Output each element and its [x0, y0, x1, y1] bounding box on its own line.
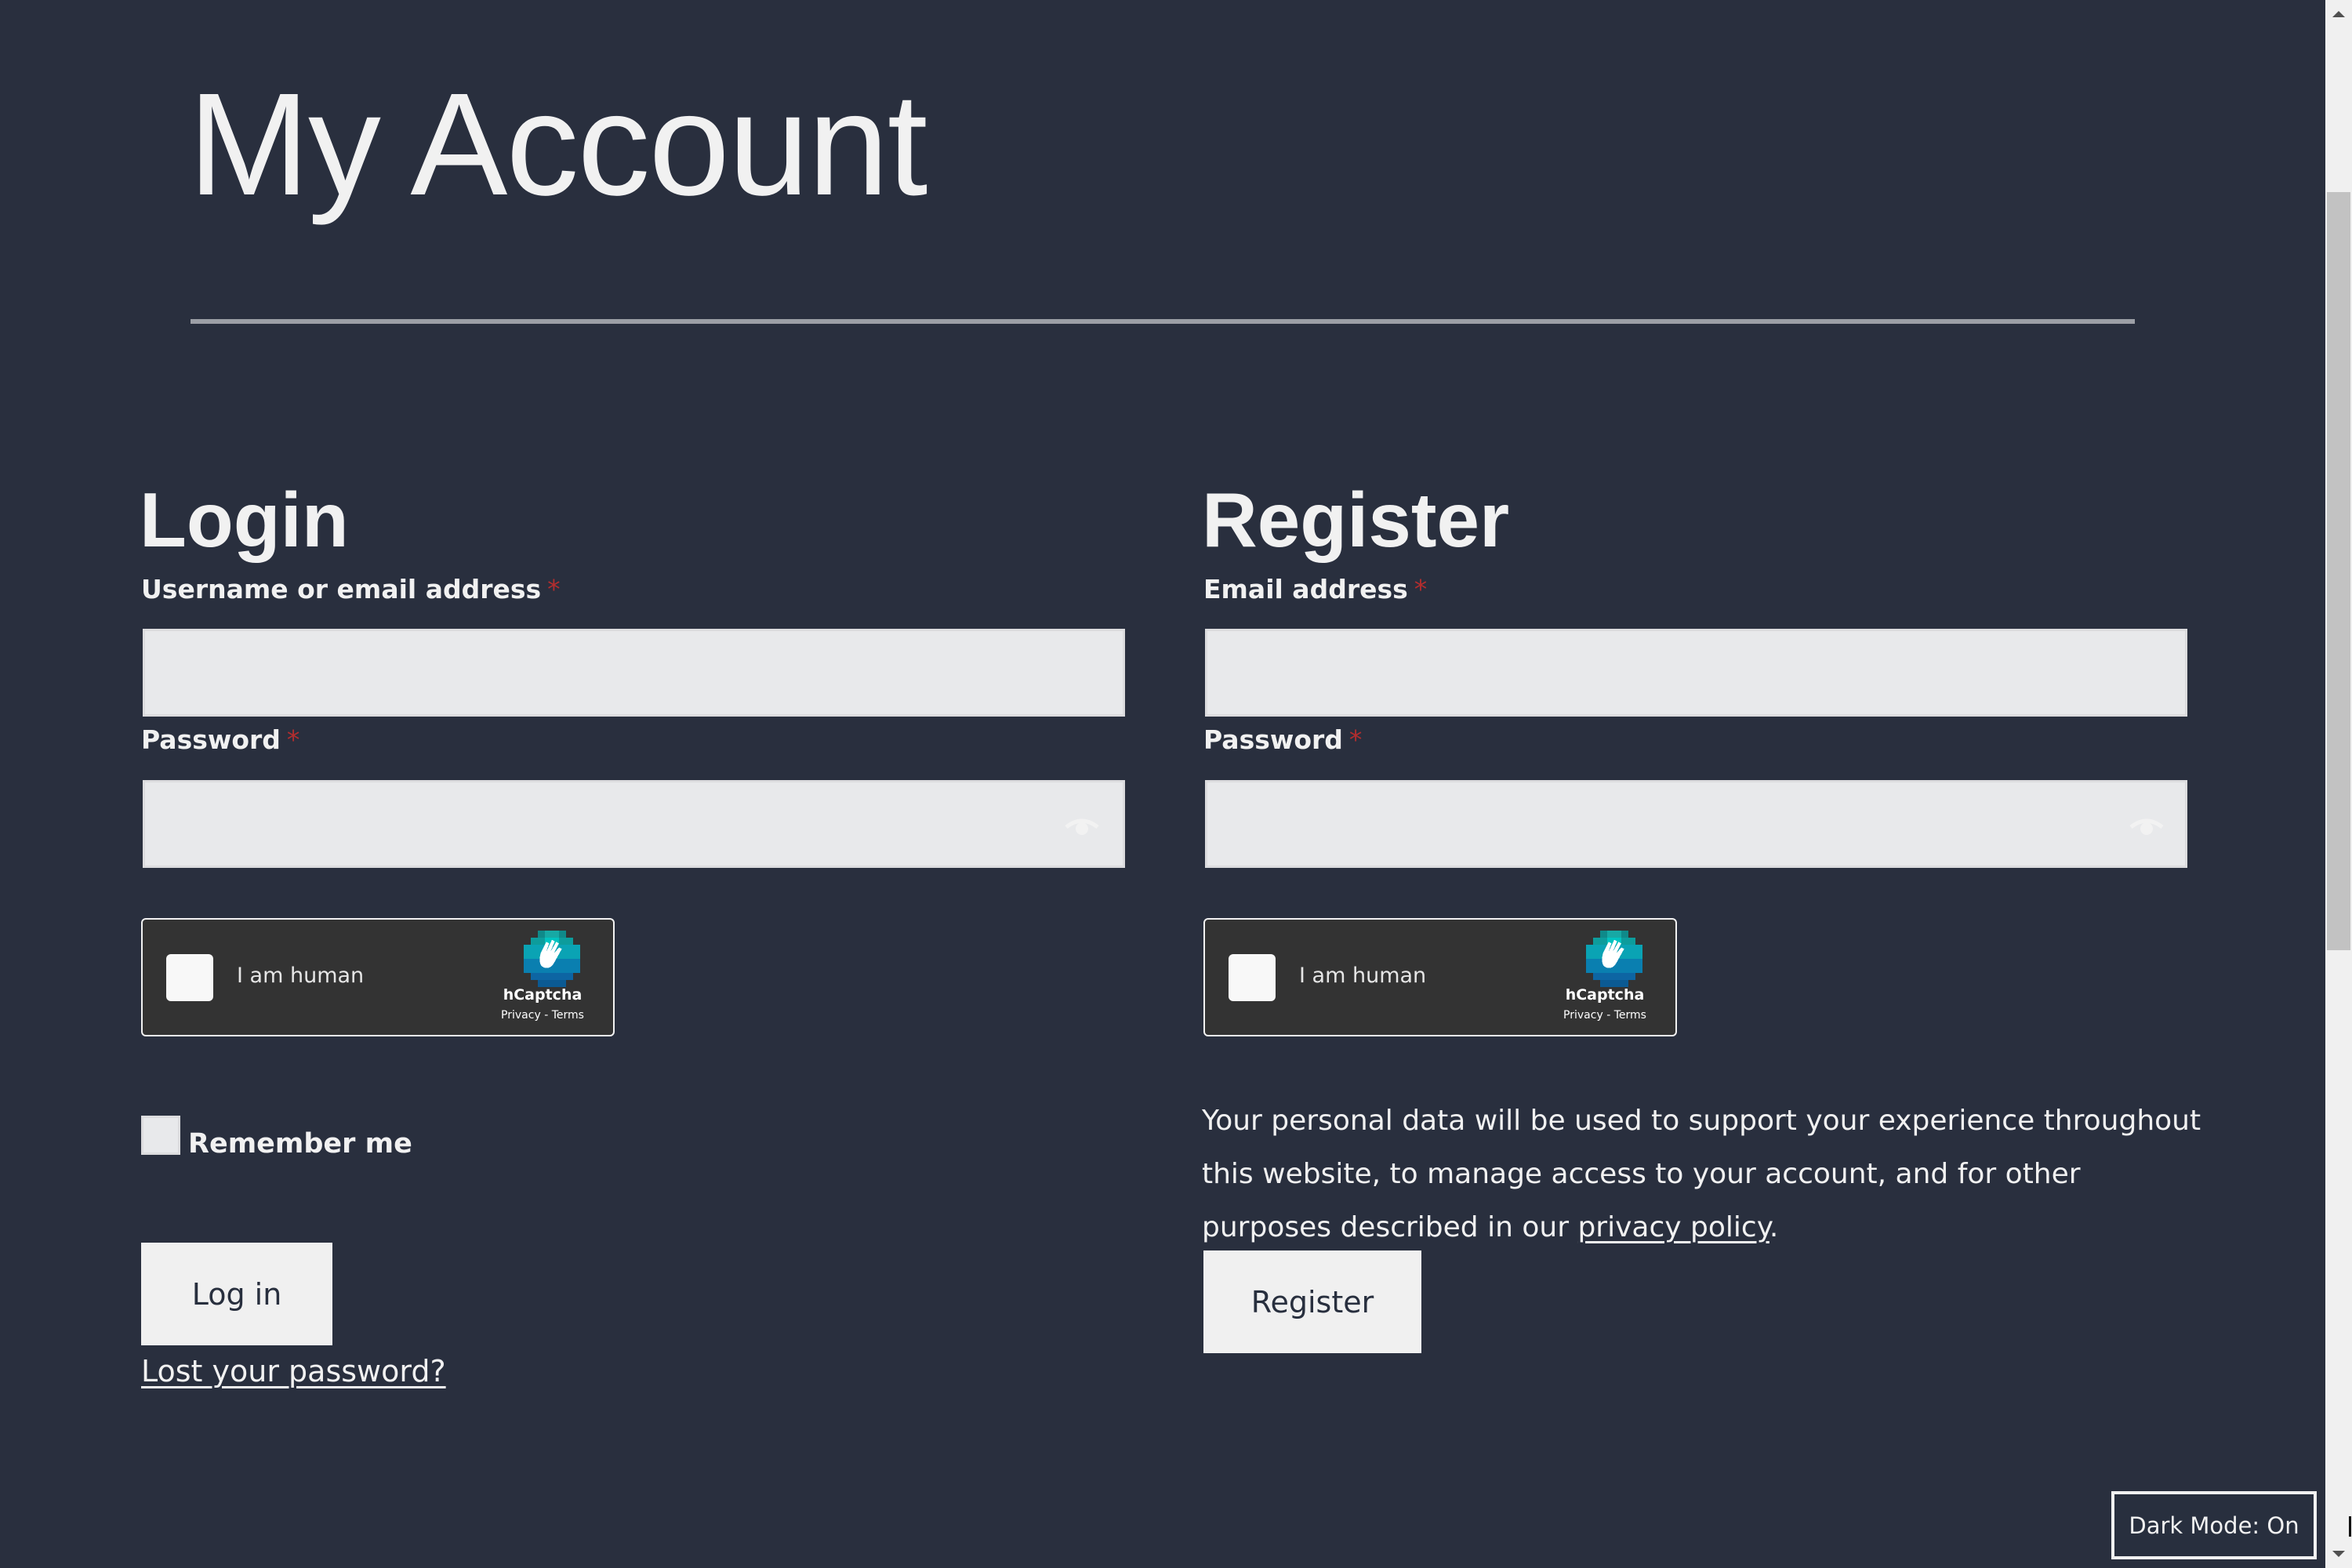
hcaptcha-checkbox[interactable] [1229, 954, 1276, 1001]
vertical-scrollbar[interactable] [2325, 0, 2352, 1568]
my-account-page: My Account Login Username or email addre… [0, 0, 2352, 1568]
login-hcaptcha-widget: I am human hCaptcha Privacy - Terms [141, 918, 615, 1036]
hcaptcha-label: I am human [1299, 964, 1427, 988]
hcaptcha-label: I am human [237, 964, 365, 988]
register-password-label: Password * [1203, 723, 1362, 757]
hcaptcha-hand-icon [1586, 931, 1642, 987]
email-label-text: Email address [1203, 574, 1408, 604]
register-password-label-text: Password [1203, 724, 1343, 755]
eye-icon[interactable] [1065, 818, 1099, 840]
hcaptcha-link-separator: - [540, 1009, 552, 1022]
scrollbar-thumb[interactable] [2327, 192, 2350, 950]
hcaptcha-hand-icon [524, 931, 580, 987]
privacy-notice-period: . [1769, 1211, 1779, 1243]
scroll-up-icon[interactable] [2332, 11, 2345, 17]
login-password-input[interactable] [143, 780, 1125, 868]
hcaptcha-checkbox[interactable] [166, 954, 213, 1001]
login-password-label: Password * [141, 723, 299, 757]
hcaptcha-brand: hCaptcha [503, 986, 583, 1004]
required-asterisk: * [286, 724, 300, 755]
register-heading: Register [1202, 477, 1510, 563]
login-heading: Login [140, 477, 349, 563]
page-title: My Account [188, 64, 927, 226]
hcaptcha-links: Privacy - Terms [1550, 1007, 1660, 1023]
hcaptcha-terms-link[interactable]: Terms [552, 1009, 584, 1022]
remember-me-label[interactable]: Remember me [188, 1126, 412, 1162]
privacy-policy-link[interactable]: privacy policy [1577, 1211, 1769, 1243]
hcaptcha-link-separator: - [1602, 1009, 1614, 1022]
dark-mode-toggle[interactable]: Dark Mode: On [2111, 1491, 2317, 1559]
title-separator [191, 319, 2135, 324]
scroll-down-icon[interactable] [2332, 1551, 2345, 1557]
privacy-notice: Your personal data will be used to suppo… [1202, 1094, 2205, 1254]
username-label: Username or email address * [141, 572, 561, 607]
login-password-label-text: Password [141, 724, 281, 755]
eye-icon[interactable] [2129, 818, 2164, 840]
register-hcaptcha-widget: I am human hCaptcha Privacy - Terms [1203, 918, 1677, 1036]
hcaptcha-privacy-link[interactable]: Privacy [1563, 1009, 1603, 1022]
hcaptcha-privacy-link[interactable]: Privacy [501, 1009, 541, 1022]
email-label: Email address * [1203, 572, 1427, 607]
lost-password-link[interactable]: Lost your password? [141, 1352, 446, 1391]
register-email-input[interactable] [1205, 629, 2187, 717]
register-password-input[interactable] [1205, 780, 2187, 868]
register-button[interactable]: Register [1203, 1250, 1421, 1353]
required-asterisk: * [1414, 574, 1428, 604]
username-input[interactable] [143, 629, 1125, 717]
username-label-text: Username or email address [141, 574, 542, 604]
text-cursor-icon [2349, 1516, 2351, 1537]
hcaptcha-terms-link[interactable]: Terms [1614, 1009, 1646, 1022]
remember-me-checkbox[interactable] [141, 1116, 180, 1155]
hcaptcha-links: Privacy - Terms [488, 1007, 597, 1023]
login-button[interactable]: Log in [141, 1243, 332, 1345]
required-asterisk: * [547, 574, 561, 604]
required-asterisk: * [1348, 724, 1363, 755]
hcaptcha-brand: hCaptcha [1565, 986, 1645, 1004]
